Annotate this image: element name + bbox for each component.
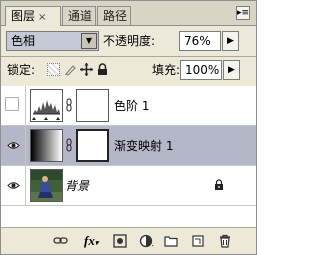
layers-panel: 图层 × 通道 路径 ▸≡ 色相 ▼ 不透明度: 76% ▶ 锁定: 填充: 10…: [0, 0, 257, 255]
mask-icon[interactable]: [113, 234, 127, 248]
tab-layers[interactable]: 图层 ×: [5, 6, 61, 26]
lock-brush-icon[interactable]: [64, 63, 77, 76]
layer-row-gradient-map[interactable]: 渐变映射 1: [1, 126, 256, 166]
gradient-map-adjustment-icon: [30, 129, 63, 162]
visibility-toggle[interactable]: [1, 86, 26, 125]
close-icon[interactable]: ×: [38, 12, 46, 23]
link-chain-icon[interactable]: [66, 98, 72, 112]
blend-mode-value: 色相: [11, 34, 36, 48]
adjustment-icon[interactable]: [139, 234, 154, 248]
lock-icon: [214, 179, 224, 194]
layer-name[interactable]: 色阶 1: [114, 98, 149, 114]
tab-channels-label: 通道: [68, 9, 93, 23]
tab-paths-label: 路径: [103, 9, 128, 23]
panel-footer: fx▾: [1, 227, 256, 254]
tab-bar: 图层 × 通道 路径 ▸≡: [1, 1, 256, 26]
image-thumbnail: [30, 169, 63, 202]
fx-icon[interactable]: fx▾: [84, 234, 98, 248]
tab-paths[interactable]: 路径: [97, 6, 131, 25]
opacity-input[interactable]: 76%: [179, 31, 221, 51]
visibility-toggle[interactable]: [1, 126, 26, 165]
tab-channels[interactable]: 通道: [62, 6, 96, 25]
new-layer-icon[interactable]: [191, 234, 205, 248]
link-layers-icon[interactable]: [53, 234, 68, 248]
tab-layers-label: 图层: [11, 9, 36, 23]
opacity-value: 76%: [184, 34, 211, 48]
visibility-off-box: [5, 97, 19, 111]
layer-name[interactable]: 渐变映射 1: [114, 138, 173, 154]
divider: [1, 56, 256, 57]
opacity-slider-button[interactable]: ▶: [222, 31, 239, 51]
blend-mode-select[interactable]: 色相 ▼: [6, 31, 99, 51]
fx-text: fx: [84, 233, 95, 248]
layers-list: 色阶 1 渐变映射 1 背景: [1, 86, 256, 227]
fill-value: 100%: [185, 63, 220, 77]
lock-label: 锁定:: [7, 63, 36, 77]
layer-row-levels[interactable]: 色阶 1: [1, 86, 256, 126]
eye-icon: [7, 142, 20, 149]
layer-mask-thumbnail[interactable]: [76, 129, 109, 162]
lock-all-icon[interactable]: [96, 63, 109, 76]
chevron-down-icon: ▼: [81, 33, 97, 49]
opacity-label: 不透明度:: [103, 34, 156, 48]
lock-position-icon[interactable]: [80, 63, 93, 76]
eye-icon: [7, 182, 20, 189]
arrow-right-icon: ▶: [228, 65, 235, 75]
layer-name[interactable]: 背景: [65, 178, 89, 194]
lock-transparency-icon[interactable]: [47, 63, 60, 76]
layer-mask-thumbnail[interactable]: [76, 89, 109, 122]
group-folder-icon[interactable]: [164, 234, 178, 248]
panel-menu-icon[interactable]: ▸≡: [236, 6, 250, 20]
fill-input[interactable]: 100%: [180, 60, 222, 80]
visibility-toggle[interactable]: [1, 166, 26, 205]
levels-adjustment-icon: [30, 89, 63, 122]
fill-slider-button[interactable]: ▶: [223, 60, 240, 80]
layer-row-background[interactable]: 背景: [1, 166, 256, 206]
fill-label: 填充:: [152, 63, 181, 77]
arrow-right-icon: ▶: [227, 36, 234, 46]
trash-icon[interactable]: [218, 234, 232, 248]
link-chain-icon[interactable]: [66, 138, 72, 152]
